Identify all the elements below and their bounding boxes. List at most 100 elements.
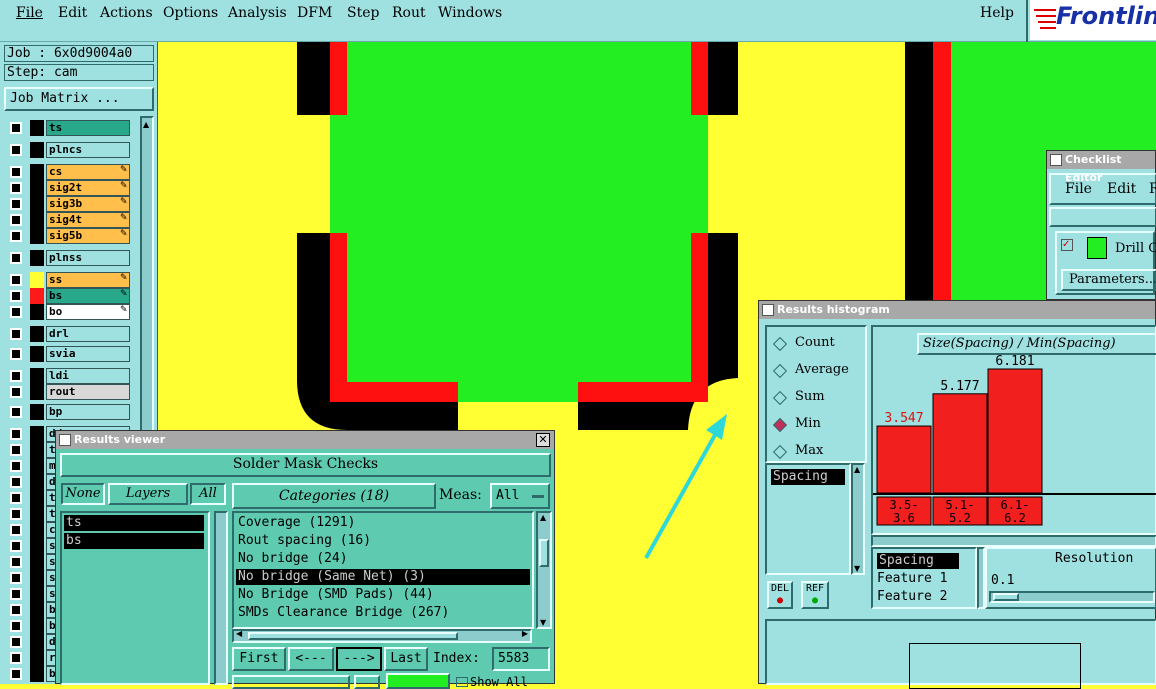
layer-color-swatch[interactable] (30, 326, 44, 342)
layer-row-sig5b[interactable]: sig5b ✎ (6, 228, 130, 244)
histogram-titlebar[interactable]: Results histogram (759, 301, 1155, 319)
layer-name[interactable]: sig3b (46, 196, 130, 212)
display-toggle[interactable] (386, 673, 450, 689)
layer-checkbox[interactable] (10, 556, 22, 568)
layer-name[interactable]: ldi (46, 368, 130, 384)
layer-checkbox[interactable] (10, 524, 22, 536)
last-button[interactable]: Last (384, 647, 428, 671)
layer-color-swatch[interactable] (30, 142, 44, 158)
parameters-button[interactable]: Parameters... (1061, 269, 1156, 291)
categories-hscrollbar[interactable]: ◀ ▶ (232, 629, 532, 643)
layer-row-bo[interactable]: bo ✎ (6, 304, 130, 320)
layer-name[interactable]: ss (46, 272, 130, 288)
layer-name[interactable]: sig5b (46, 228, 130, 244)
radio-diamond-icon[interactable] (772, 417, 788, 433)
results-viewer-titlebar[interactable]: Results viewer ✕ (56, 431, 554, 449)
index-input[interactable]: 5583 (492, 647, 550, 671)
category-item[interactable]: No bridge (Same Net) (3) (236, 569, 530, 585)
layer-row-rout[interactable]: rout (6, 384, 130, 400)
meas-dropdown[interactable]: All (490, 483, 550, 509)
hscroll-thumb[interactable] (248, 632, 458, 640)
layer-name[interactable]: sig2t (46, 180, 130, 196)
prev-button[interactable]: <--- (288, 647, 334, 671)
checklist-item[interactable]: ✓ Drill C Parameters... (1055, 231, 1156, 295)
layer-checkbox[interactable] (10, 460, 22, 472)
histogram-bar[interactable] (987, 368, 1043, 494)
scroll-up-icon[interactable]: ▲ (540, 513, 546, 522)
layer-checkbox[interactable] (10, 198, 22, 210)
layer-color-swatch[interactable] (30, 250, 44, 266)
layer-name[interactable]: plnss (46, 250, 130, 266)
layer-name[interactable]: svia (46, 346, 130, 362)
resolution-slider[interactable] (989, 591, 1155, 603)
layer-checkbox[interactable] (10, 386, 22, 398)
menu-actions[interactable]: Actions (100, 5, 153, 21)
layer-row-svia[interactable]: svia (6, 346, 130, 362)
radio-diamond-icon[interactable] (772, 390, 788, 406)
result-layer-bs[interactable]: bs (64, 533, 204, 549)
scroll-up-icon[interactable]: ▲ (143, 120, 149, 129)
layer-color-swatch[interactable] (30, 288, 44, 304)
menu-dfm[interactable]: DFM (297, 5, 332, 21)
measure-item-spacing[interactable]: Spacing (771, 469, 845, 485)
checklist-menu-edit[interactable]: Edit (1107, 181, 1136, 197)
scroll-thumb[interactable] (539, 539, 549, 567)
category-item[interactable]: SMDs Clearance Bridge (267) (236, 605, 530, 621)
menu-windows[interactable]: Windows (438, 5, 502, 21)
measure-list-scrollbar[interactable]: ▲ ▼ (851, 463, 865, 575)
layer-checkbox[interactable] (10, 348, 22, 360)
layer-name[interactable]: plncs (46, 142, 130, 158)
layer-row-sig3b[interactable]: sig3b ✎ (6, 196, 130, 212)
histogram-bar[interactable] (876, 425, 932, 494)
layer-checkbox[interactable] (10, 588, 22, 600)
layer-checkbox[interactable] (10, 652, 22, 664)
layer-row-drl[interactable]: drl (6, 326, 130, 342)
check-mark-icon[interactable]: ✓ (1061, 239, 1073, 251)
layer-result-scrollbar[interactable] (214, 511, 228, 685)
layer-color-swatch[interactable] (30, 180, 44, 196)
layer-name[interactable]: sig4t (46, 212, 130, 228)
checklist-menu-r[interactable]: R (1149, 181, 1156, 197)
sort-item-feature2[interactable]: Feature 2 (877, 589, 947, 604)
menu-help[interactable]: Help (980, 5, 1014, 21)
layer-color-swatch[interactable] (30, 120, 44, 136)
layer-checkbox[interactable] (10, 428, 22, 440)
layer-checkbox[interactable] (10, 274, 22, 286)
menu-rout[interactable]: Rout (392, 5, 426, 21)
checklist-titlebar[interactable]: Checklist Editor (1047, 151, 1155, 184)
layer-checkbox[interactable] (10, 492, 22, 504)
layer-row-bs[interactable]: bs ✎ (6, 288, 130, 304)
layer-checkbox[interactable] (10, 370, 22, 382)
mode-button[interactable] (354, 675, 380, 689)
layer-checkbox[interactable] (10, 144, 22, 156)
menu-analysis[interactable]: Analysis (228, 5, 287, 21)
layer-checkbox[interactable] (10, 252, 22, 264)
layer-checkbox[interactable] (10, 636, 22, 648)
layer-color-swatch[interactable] (30, 228, 44, 244)
layer-name[interactable]: bs (46, 288, 130, 304)
menu-edit[interactable]: Edit (58, 5, 87, 21)
scroll-up-icon[interactable]: ▲ (854, 465, 860, 474)
layer-name[interactable]: rout (46, 384, 130, 400)
category-item[interactable]: Rout spacing (16) (236, 533, 530, 549)
layer-checkbox[interactable] (10, 444, 22, 456)
chart-hscrollbar[interactable] (871, 535, 1156, 547)
window-menu-icon[interactable] (762, 304, 774, 316)
sort-item-spacing[interactable]: Spacing (877, 553, 959, 569)
layer-row-sig2t[interactable]: sig2t ✎ (6, 180, 130, 196)
layer-checkbox[interactable] (10, 476, 22, 488)
layer-row-plnss[interactable]: plnss (6, 250, 130, 266)
layer-row-cs[interactable]: cs ✎ (6, 164, 130, 180)
menu-step[interactable]: Step (347, 5, 379, 21)
layer-name[interactable]: cs (46, 164, 130, 180)
sort-button[interactable] (232, 675, 350, 689)
del-button[interactable]: DEL ● (767, 581, 793, 609)
histogram-bar[interactable] (932, 393, 988, 494)
layer-row-ts[interactable]: ts (6, 120, 130, 136)
layer-row-plncs[interactable]: plncs (6, 142, 130, 158)
layer-checkbox[interactable] (10, 668, 22, 680)
category-item[interactable]: Coverage (1291) (236, 515, 530, 531)
category-item[interactable]: No bridge (24) (236, 551, 530, 567)
layer-checkbox[interactable] (10, 122, 22, 134)
layer-checkbox[interactable] (10, 508, 22, 520)
